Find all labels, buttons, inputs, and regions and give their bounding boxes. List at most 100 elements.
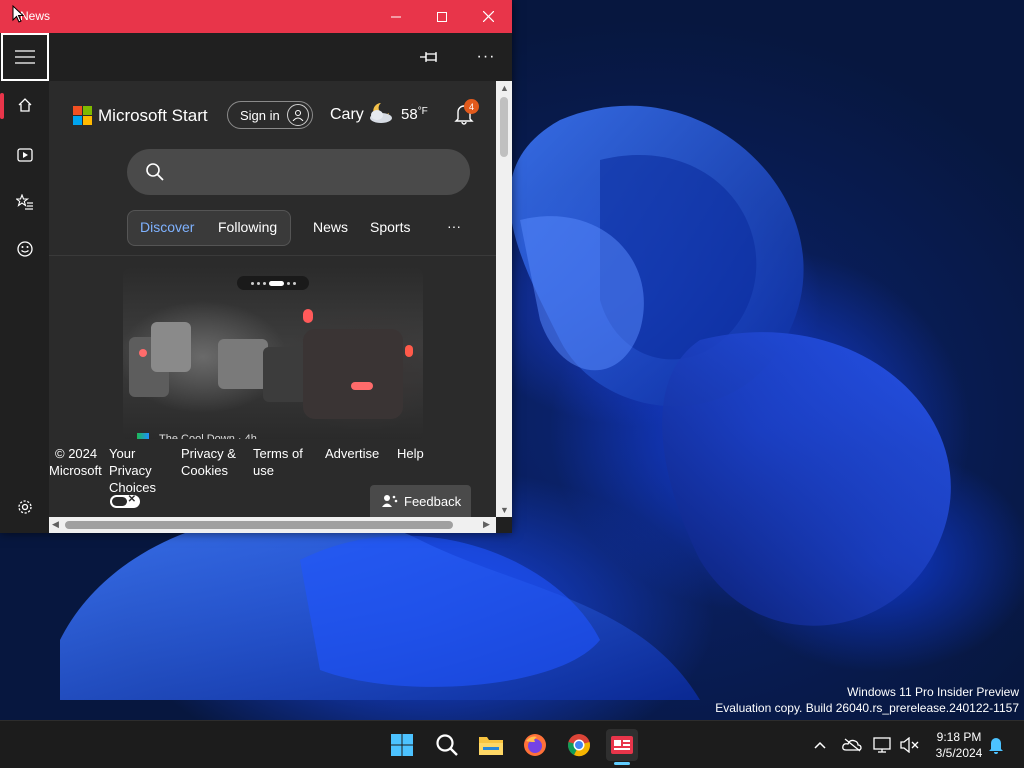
menu-button[interactable] bbox=[1, 33, 49, 81]
pager-dot[interactable] bbox=[286, 281, 290, 285]
search-icon bbox=[436, 734, 458, 756]
mouse-cursor-icon bbox=[12, 5, 24, 23]
title-bar[interactable]: News bbox=[0, 0, 512, 33]
nav-video[interactable] bbox=[0, 135, 49, 175]
photo-vehicle bbox=[151, 322, 191, 372]
privacy-cookies-link[interactable]: Privacy & Cookies bbox=[181, 445, 236, 479]
page-footer: © 2024 Microsoft Your Privacy Choices ✕ … bbox=[49, 439, 496, 517]
chevron-up-icon bbox=[814, 741, 826, 749]
tabs-more-button[interactable]: ··· bbox=[447, 218, 461, 238]
news-app-icon bbox=[611, 736, 633, 754]
taskbar: 9:18 PM 3/5/2024 bbox=[0, 720, 1024, 768]
advertise-link[interactable]: Advertise bbox=[325, 445, 379, 462]
nav-play[interactable] bbox=[0, 229, 49, 269]
news-app-taskbar-button[interactable] bbox=[606, 729, 638, 761]
pager-dot-active[interactable] bbox=[268, 280, 284, 286]
pager-dot[interactable] bbox=[292, 281, 296, 285]
photo-vehicle bbox=[303, 329, 403, 419]
start-button[interactable] bbox=[386, 729, 418, 761]
gear-icon bbox=[17, 500, 32, 514]
temperature-unit: °F bbox=[417, 106, 428, 117]
vertical-scrollbar[interactable]: ▲ ▼ bbox=[496, 81, 512, 517]
horizontal-scrollbar[interactable]: ◀ ▶ bbox=[49, 517, 496, 533]
nav-home[interactable] bbox=[0, 85, 49, 125]
pin-icon bbox=[420, 52, 437, 62]
weather-city[interactable]: Cary bbox=[330, 106, 364, 124]
hero-story-card[interactable]: The Cool Down · 4h bbox=[123, 267, 423, 441]
notification-center-button[interactable] bbox=[986, 735, 1006, 755]
hamburger-icon bbox=[15, 50, 35, 64]
header-divider bbox=[49, 255, 496, 256]
privacy-choices-toggle-icon[interactable]: ✕ bbox=[110, 494, 140, 508]
more-options-button[interactable]: ··· bbox=[472, 45, 500, 69]
news-app-window: News ··· Microsoft Start Sign in Cary 58… bbox=[0, 0, 512, 533]
minimize-icon bbox=[391, 16, 401, 17]
chrome-icon bbox=[568, 734, 590, 757]
feedback-label: Feedback bbox=[404, 493, 462, 509]
window-title: News bbox=[20, 9, 51, 23]
windows-start-icon bbox=[391, 734, 413, 756]
weather-temperature[interactable]: 58°F bbox=[401, 106, 428, 123]
photo-taillight bbox=[303, 309, 313, 323]
maximize-button[interactable] bbox=[419, 0, 465, 33]
pager-dot[interactable] bbox=[256, 281, 260, 285]
tab-news[interactable]: News bbox=[313, 219, 348, 239]
watermark-line-2: Evaluation copy. Build 26040.rs_prerelea… bbox=[715, 701, 1019, 715]
chrome-button[interactable] bbox=[563, 729, 595, 761]
help-link[interactable]: Help bbox=[397, 445, 424, 462]
scroll-left-arrow-icon[interactable]: ◀ bbox=[52, 519, 59, 530]
tab-following[interactable]: Following bbox=[218, 219, 277, 239]
pager-dot[interactable] bbox=[250, 281, 254, 285]
tab-discover[interactable]: Discover bbox=[140, 219, 194, 239]
onedrive-button[interactable] bbox=[842, 735, 862, 755]
clock-time: 9:18 PM bbox=[936, 730, 982, 744]
close-button[interactable] bbox=[465, 0, 511, 33]
tab-sports[interactable]: Sports bbox=[370, 219, 410, 239]
search-input[interactable] bbox=[177, 161, 451, 185]
firefox-icon bbox=[524, 734, 546, 756]
network-button[interactable] bbox=[873, 735, 893, 755]
partly-cloudy-night-icon[interactable] bbox=[367, 101, 395, 125]
nav-settings[interactable] bbox=[0, 487, 49, 527]
windows-watermark: Windows 11 Pro Insider Preview Evaluatio… bbox=[715, 684, 1019, 716]
taskbar-search-button[interactable] bbox=[431, 729, 463, 761]
scroll-right-arrow-icon[interactable]: ▶ bbox=[483, 519, 490, 530]
firefox-button[interactable] bbox=[519, 729, 551, 761]
left-navigation-rail bbox=[0, 81, 49, 533]
video-icon bbox=[16, 148, 33, 162]
nav-following[interactable] bbox=[0, 182, 49, 222]
onedrive-offline-icon bbox=[842, 738, 862, 752]
feedback-button[interactable]: Feedback bbox=[370, 485, 471, 517]
web-content: Microsoft Start Sign in Cary 58°F 4 ⋮ bbox=[49, 81, 496, 517]
pin-button[interactable] bbox=[416, 45, 444, 69]
minimize-button[interactable] bbox=[373, 0, 419, 33]
photo-vehicle bbox=[218, 339, 268, 389]
show-hidden-icons-button[interactable] bbox=[810, 735, 830, 755]
vertical-scroll-thumb[interactable] bbox=[500, 97, 508, 157]
maximize-icon bbox=[437, 11, 447, 22]
brand-name[interactable]: Microsoft Start bbox=[98, 106, 208, 126]
search-bar[interactable] bbox=[127, 149, 470, 195]
terms-of-use-link[interactable]: Terms of use bbox=[253, 445, 303, 479]
active-indicator bbox=[0, 93, 4, 119]
privacy-choices-link[interactable]: Your Privacy Choices bbox=[109, 445, 156, 496]
close-icon bbox=[482, 11, 494, 22]
app-bar: ··· bbox=[0, 33, 512, 81]
smiley-icon bbox=[16, 241, 33, 257]
scroll-down-arrow-icon[interactable]: ▼ bbox=[500, 505, 509, 515]
photo-taillight bbox=[405, 345, 413, 357]
notification-badge: 4 bbox=[464, 99, 479, 114]
volume-muted-icon bbox=[900, 737, 919, 753]
file-explorer-button[interactable] bbox=[475, 729, 507, 761]
network-icon bbox=[873, 737, 891, 753]
horizontal-scroll-thumb[interactable] bbox=[65, 521, 453, 529]
pager-dot[interactable] bbox=[262, 281, 266, 285]
carousel-pager[interactable] bbox=[237, 276, 309, 290]
sign-in-button[interactable]: Sign in bbox=[227, 101, 313, 129]
scroll-up-arrow-icon[interactable]: ▲ bbox=[500, 83, 509, 93]
volume-button[interactable] bbox=[900, 735, 920, 755]
home-icon bbox=[18, 98, 31, 112]
microsoft-logo bbox=[73, 106, 93, 126]
search-icon bbox=[146, 163, 164, 181]
clock[interactable]: 9:18 PM 3/5/2024 bbox=[930, 729, 988, 761]
